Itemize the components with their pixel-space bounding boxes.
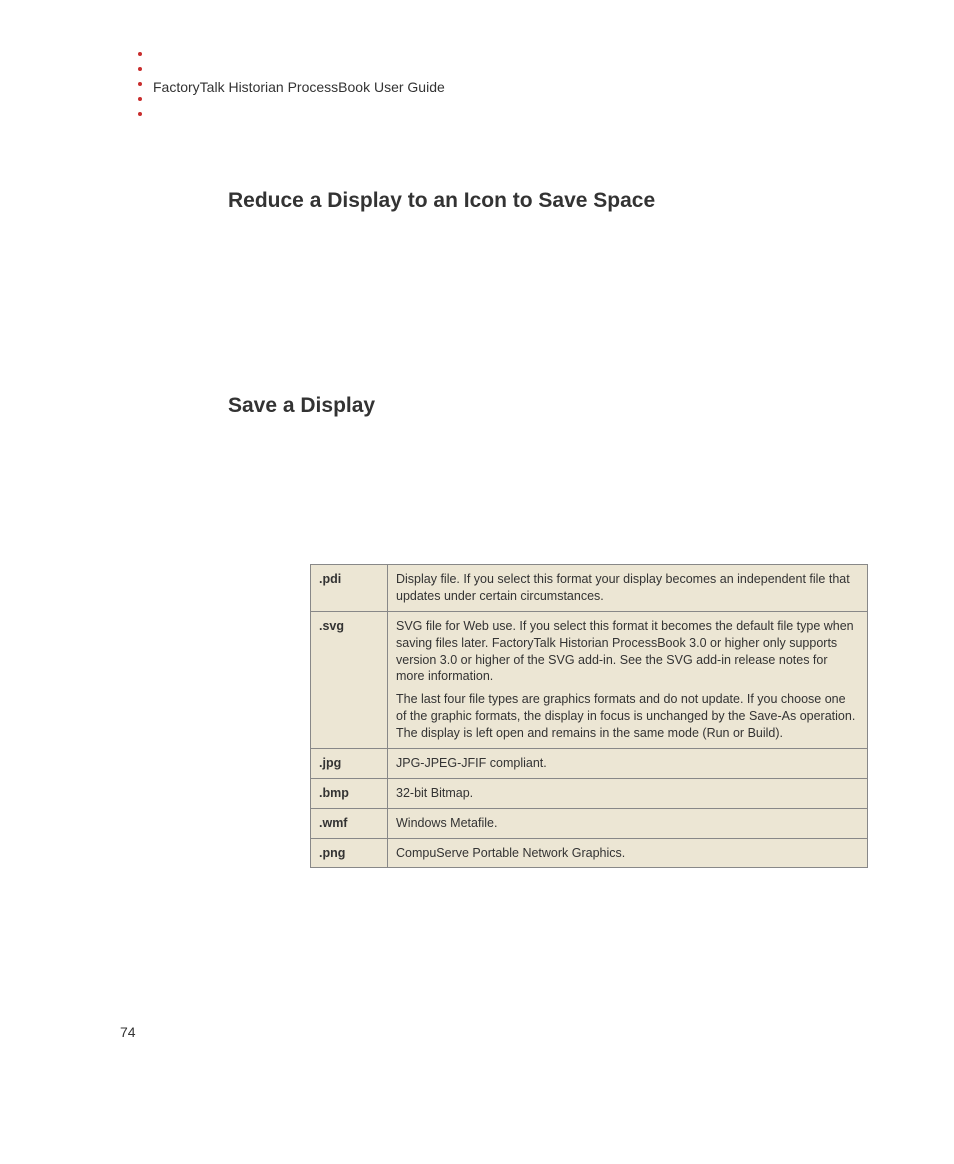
table-row: .bmp 32-bit Bitmap. <box>311 778 868 808</box>
table-row: .svg SVG file for Web use. If you select… <box>311 611 868 748</box>
file-ext: .svg <box>311 611 388 748</box>
file-desc: JPG-JPEG-JFIF compliant. <box>388 748 868 778</box>
file-desc: Windows Metafile. <box>388 808 868 838</box>
file-desc: 32-bit Bitmap. <box>388 778 868 808</box>
table-row: .pdi Display file. If you select this fo… <box>311 565 868 612</box>
file-desc: CompuServe Portable Network Graphics. <box>388 838 868 868</box>
file-ext: .jpg <box>311 748 388 778</box>
section-heading-save-display: Save a Display <box>228 394 375 418</box>
file-ext: .bmp <box>311 778 388 808</box>
file-ext: .png <box>311 838 388 868</box>
table-row: .png CompuServe Portable Network Graphic… <box>311 838 868 868</box>
table-row: .jpg JPG-JPEG-JFIF compliant. <box>311 748 868 778</box>
file-desc: SVG file for Web use. If you select this… <box>388 611 868 748</box>
page-number: 74 <box>120 1024 136 1040</box>
document-header-title: FactoryTalk Historian ProcessBook User G… <box>153 79 445 95</box>
decorative-dots <box>138 52 142 116</box>
section-heading-reduce-display: Reduce a Display to an Icon to Save Spac… <box>228 189 655 213</box>
file-ext: .pdi <box>311 565 388 612</box>
file-ext: .wmf <box>311 808 388 838</box>
file-desc: Display file. If you select this format … <box>388 565 868 612</box>
file-format-table: .pdi Display file. If you select this fo… <box>310 564 868 868</box>
table-row: .wmf Windows Metafile. <box>311 808 868 838</box>
